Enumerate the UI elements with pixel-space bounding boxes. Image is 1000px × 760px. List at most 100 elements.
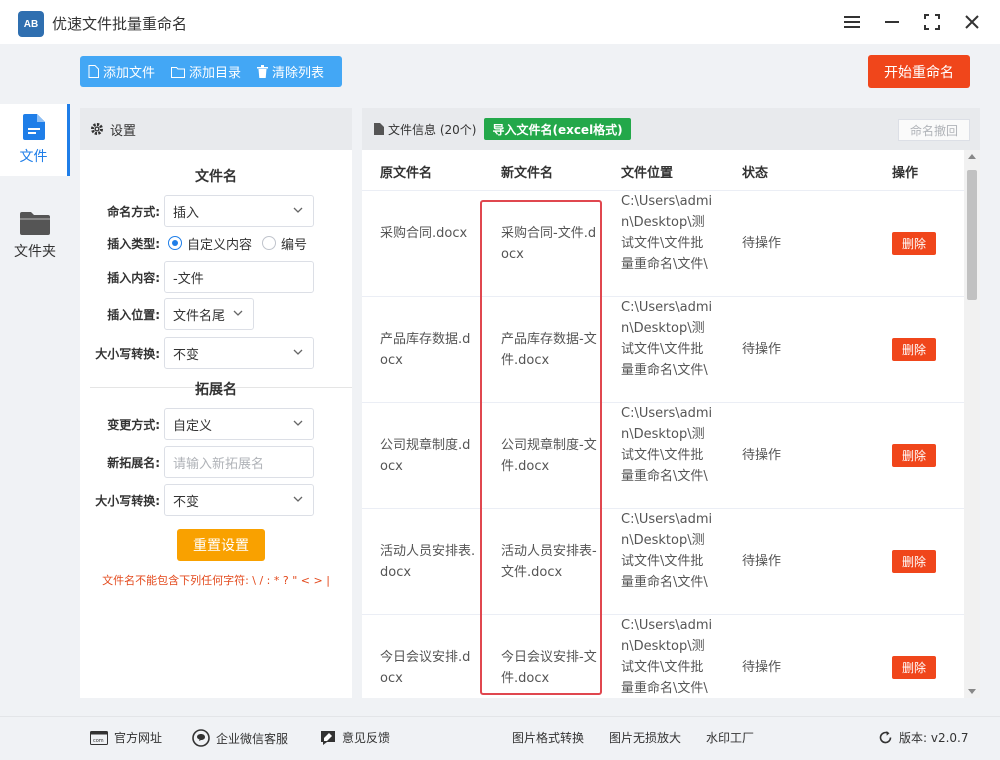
scroll-down-icon[interactable] xyxy=(968,689,976,694)
chevron-down-icon xyxy=(293,420,303,426)
website-link[interactable]: com 官方网址 xyxy=(90,729,162,746)
website-label: 官方网址 xyxy=(114,731,163,745)
delete-button[interactable]: 删除 xyxy=(892,550,936,573)
insert-position-value: 文件名尾 xyxy=(173,308,226,324)
delete-button[interactable]: 删除 xyxy=(892,656,936,679)
chevron-down-icon xyxy=(233,310,243,316)
col-new-name: 新文件名 xyxy=(501,166,554,181)
refresh-icon xyxy=(879,731,892,744)
title-bar: AB 优速文件批量重命名 xyxy=(0,0,1000,44)
image-enlarge-link[interactable]: 图片无损放大 xyxy=(609,729,681,746)
status-cell: 待操作 xyxy=(742,236,782,251)
start-rename-button[interactable]: 开始重命名 xyxy=(868,55,970,88)
insert-type-custom-label: 自定义内容 xyxy=(187,237,253,253)
status-cell: 待操作 xyxy=(742,554,782,569)
case-row: 大小写转换: 不变 xyxy=(80,337,352,369)
version-label: 版本: v2.0.7 xyxy=(899,731,969,745)
scroll-up-icon[interactable] xyxy=(968,154,976,159)
new-ext-row: 新拓展名: 请输入新拓展名 xyxy=(80,446,352,478)
case-label: 大小写转换: xyxy=(95,346,160,361)
insert-content-value: -文件 xyxy=(173,271,204,287)
insert-position-select[interactable]: 文件名尾 xyxy=(164,298,254,330)
col-action: 操作 xyxy=(892,166,919,181)
image-convert-link[interactable]: 图片格式转换 xyxy=(512,729,584,746)
change-mode-select[interactable]: 自定义 xyxy=(164,408,314,440)
table-row: 今日会议安排.docx 今日会议安排-文件.docx C:\Users\admi… xyxy=(362,615,964,698)
feedback-link[interactable]: 意见反馈 xyxy=(320,729,390,746)
maximize-icon[interactable] xyxy=(920,10,944,34)
nav-item-folder[interactable]: 文件夹 xyxy=(0,200,70,272)
ext-case-value: 不变 xyxy=(173,494,200,510)
wechat-service-link[interactable]: 企业微信客服 xyxy=(192,729,288,747)
original-name-cell: 公司规章制度.docx xyxy=(380,438,471,474)
ext-case-label: 大小写转换: xyxy=(95,493,160,508)
insert-position-label: 插入位置: xyxy=(107,307,160,322)
delete-button[interactable]: 删除 xyxy=(892,232,936,255)
add-file-button[interactable]: 添加文件 xyxy=(80,56,163,87)
minimize-icon[interactable] xyxy=(880,10,904,34)
add-file-label: 添加文件 xyxy=(103,66,156,81)
col-location: 文件位置 xyxy=(621,166,674,181)
status-cell: 待操作 xyxy=(742,448,782,463)
image-enlarge-label: 图片无损放大 xyxy=(609,731,682,745)
naming-mode-select[interactable]: 插入 xyxy=(164,195,314,227)
menu-icon[interactable] xyxy=(840,10,864,34)
table-row: 产品库存数据.docx 产品库存数据-文件.docx C:\Users\admi… xyxy=(362,297,964,403)
file-icon xyxy=(22,114,45,140)
original-name-cell: 活动人员安排表.docx xyxy=(380,544,476,580)
watermark-link[interactable]: 水印工厂 xyxy=(706,729,754,746)
folder-add-icon xyxy=(171,66,186,78)
add-dir-label: 添加目录 xyxy=(189,66,242,81)
import-excel-button[interactable]: 导入文件名(excel格式) xyxy=(484,118,631,140)
wechat-label: 企业微信客服 xyxy=(216,731,289,746)
location-cell: C:\Users\admin\Desktop\测试文件\文件批量重命名\文件\ xyxy=(621,406,713,484)
change-mode-value: 自定义 xyxy=(173,418,213,434)
table-row: 公司规章制度.docx 公司规章制度-文件.docx C:\Users\admi… xyxy=(362,403,964,509)
naming-mode-row: 命名方式: 插入 xyxy=(80,195,352,227)
new-name-cell: 采购合同-文件.docx xyxy=(501,226,597,262)
insert-type-custom-radio[interactable]: 自定义内容 xyxy=(168,234,252,253)
watermark-label: 水印工厂 xyxy=(706,731,755,745)
folder-icon xyxy=(20,212,50,235)
location-cell: C:\Users\admin\Desktop\测试文件\文件批量重命名\文件\ xyxy=(621,194,713,272)
filename-warning: 文件名不能包含下列任何字符: \ / : * ? " < > | xyxy=(102,574,330,587)
insert-type-number-radio[interactable]: 编号 xyxy=(262,234,307,253)
location-cell: C:\Users\admin\Desktop\测试文件\文件批量重命名\文件\ xyxy=(621,512,713,590)
change-mode-label: 变更方式: xyxy=(107,417,160,432)
new-ext-input[interactable]: 请输入新拓展名 xyxy=(164,446,314,478)
chevron-down-icon xyxy=(293,496,303,502)
feedback-icon xyxy=(321,730,335,745)
files-title-text: 文件信息 (20个) xyxy=(388,122,477,137)
website-icon: com xyxy=(90,730,108,745)
delete-button[interactable]: 删除 xyxy=(892,338,936,361)
close-icon[interactable] xyxy=(960,10,984,34)
delete-button[interactable]: 删除 xyxy=(892,444,936,467)
reset-settings-button[interactable]: 重置设置 xyxy=(177,529,265,561)
scrollbar-thumb[interactable] xyxy=(967,170,977,300)
radio-checked-icon xyxy=(168,236,182,250)
scrollbar[interactable] xyxy=(964,150,980,698)
clear-list-button[interactable]: 清除列表 xyxy=(249,56,332,87)
ext-case-select[interactable]: 不变 xyxy=(164,484,314,516)
table-row: 活动人员安排表.docx 活动人员安排表-文件.docx C:\Users\ad… xyxy=(362,509,964,615)
nav-item-folder-label: 文件夹 xyxy=(14,244,56,260)
add-dir-button[interactable]: 添加目录 xyxy=(163,56,249,87)
clear-list-label: 清除列表 xyxy=(272,66,325,81)
location-cell: C:\Users\admin\Desktop\测试文件\文件批量重命名\文件\ xyxy=(621,300,713,378)
nav-item-file[interactable]: 文件 xyxy=(0,104,70,176)
original-name-cell: 产品库存数据.docx xyxy=(380,332,471,368)
insert-type-row: 插入类型: 自定义内容 编号 xyxy=(80,227,352,259)
file-add-icon xyxy=(88,65,99,78)
case-select[interactable]: 不变 xyxy=(164,337,314,369)
change-mode-row: 变更方式: 自定义 xyxy=(80,408,352,440)
insert-content-input[interactable]: -文件 xyxy=(164,261,314,293)
app-title: 优速文件批量重命名 xyxy=(52,15,188,33)
new-name-cell: 公司规章制度-文件.docx xyxy=(501,438,597,474)
original-name-cell: 今日会议安排.docx xyxy=(380,650,471,686)
version-info[interactable]: 版本: v2.0.7 xyxy=(878,729,969,746)
chevron-down-icon xyxy=(293,207,303,213)
settings-header: 设置 xyxy=(80,108,352,150)
svg-text:com: com xyxy=(93,738,104,744)
nav-item-file-label: 文件 xyxy=(19,149,48,165)
undo-rename-button[interactable]: 命名撤回 xyxy=(898,119,970,141)
